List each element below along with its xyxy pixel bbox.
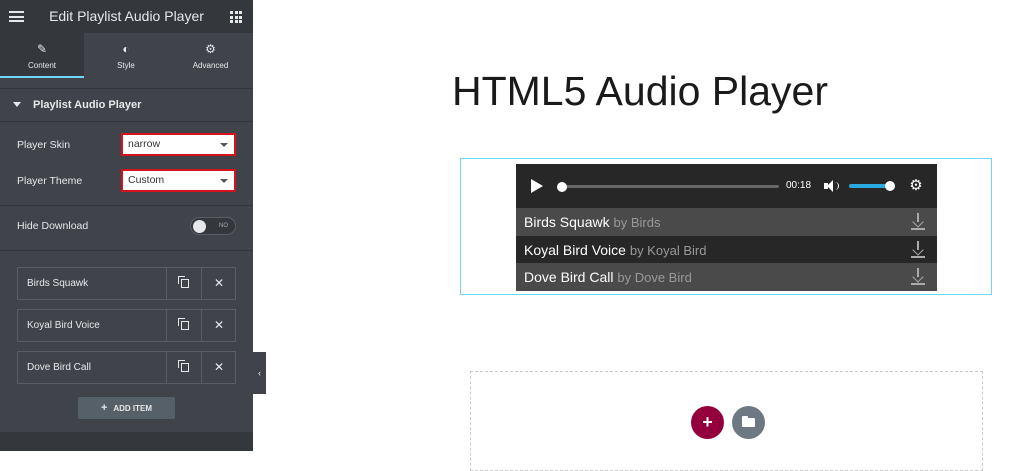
duplicate-button[interactable] — [166, 268, 202, 299]
repeater-item[interactable]: Birds Squawk ✕ — [17, 267, 236, 300]
chevron-left-icon: ‹ — [258, 368, 261, 378]
player-theme-select[interactable]: Custom — [121, 169, 236, 192]
player-skin-value: narrow — [128, 138, 161, 150]
settings-gear-icon[interactable]: ⚙ — [908, 178, 924, 194]
progress-thumb[interactable] — [557, 181, 567, 192]
player-skin-select[interactable]: narrow — [121, 133, 236, 156]
playlist-item[interactable]: Birds Squawk by Birds — [516, 208, 937, 236]
copy-icon — [178, 360, 189, 372]
player-controls: 00:18 ⚙ — [516, 164, 937, 208]
track-title: Koyal Bird Voice — [524, 242, 626, 258]
track-artist: by Dove Bird — [617, 270, 692, 285]
add-item-label: ADD ITEM — [113, 404, 153, 413]
chevron-down-icon — [220, 143, 228, 147]
remove-button[interactable]: ✕ — [201, 310, 236, 341]
widgets-grid-icon[interactable] — [230, 11, 242, 23]
play-icon[interactable] — [531, 179, 543, 193]
gear-icon: ⚙ — [205, 42, 216, 56]
tab-style[interactable]: ◐ Style — [84, 33, 168, 78]
panel-header: Edit Playlist Audio Player — [0, 0, 253, 33]
plus-icon: + — [100, 402, 108, 414]
caret-down-icon — [13, 102, 21, 107]
hide-download-toggle[interactable]: NO — [190, 217, 236, 235]
track-title: Dove Bird Call — [524, 269, 614, 285]
time-display: 00:18 — [786, 180, 812, 191]
section-header[interactable]: Playlist Audio Player — [0, 88, 253, 122]
close-icon: ✕ — [213, 360, 225, 374]
toggle-knob — [193, 219, 206, 233]
toggle-state-text: NO — [219, 223, 228, 229]
remove-button[interactable]: ✕ — [201, 352, 236, 383]
duplicate-button[interactable] — [166, 352, 202, 383]
plus-icon: + — [702, 412, 713, 432]
download-icon[interactable] — [910, 213, 926, 230]
panel-title: Edit Playlist Audio Player — [49, 8, 204, 24]
track-artist: by Koyal Bird — [629, 243, 707, 258]
player-skin-label: Player Skin — [17, 139, 71, 151]
add-item-button[interactable]: + ADD ITEM — [78, 397, 175, 419]
close-icon: ✕ — [213, 318, 225, 332]
panel-footer — [0, 432, 253, 451]
repeater-item-label: Dove Bird Call — [27, 362, 91, 373]
tab-content-label: Content — [27, 61, 57, 70]
tab-advanced[interactable]: ⚙ Advanced — [168, 33, 253, 78]
folder-icon — [742, 416, 755, 427]
track-title: Birds Squawk — [524, 214, 610, 230]
divider — [0, 205, 253, 206]
copy-icon — [178, 276, 189, 288]
remove-button[interactable]: ✕ — [201, 268, 236, 299]
collapse-panel-button[interactable]: ‹ — [253, 352, 266, 394]
download-icon[interactable] — [910, 241, 926, 258]
volume-icon[interactable] — [824, 180, 839, 192]
editor-panel: Edit Playlist Audio Player ✎ Content ◐ S… — [0, 0, 253, 451]
half-circle-icon: ◐ — [122, 42, 130, 56]
page-heading: HTML5 Audio Player — [452, 68, 829, 114]
pencil-icon: ✎ — [36, 42, 48, 56]
track-artist: by Birds — [613, 215, 661, 230]
player-theme-value: Custom — [128, 174, 165, 186]
section-title: Playlist Audio Player — [33, 99, 142, 111]
download-icon[interactable] — [910, 268, 926, 285]
panel-tabs: ✎ Content ◐ Style ⚙ Advanced — [0, 33, 253, 78]
copy-icon — [178, 318, 189, 330]
repeater-item-label: Birds Squawk — [27, 278, 89, 289]
hide-download-label: Hide Download — [17, 220, 89, 232]
player-theme-label: Player Theme — [17, 175, 83, 187]
repeater-item[interactable]: Koyal Bird Voice ✕ — [17, 309, 236, 342]
progress-bar[interactable] — [557, 181, 779, 192]
repeater-item[interactable]: Dove Bird Call ✕ — [17, 351, 236, 384]
repeater-item-label: Koyal Bird Voice — [27, 320, 100, 331]
tab-style-label: Style — [117, 61, 135, 70]
chevron-down-icon — [220, 179, 228, 183]
add-section-button[interactable]: + — [691, 406, 724, 439]
add-section-dropzone — [470, 371, 983, 471]
duplicate-button[interactable] — [166, 310, 202, 341]
close-icon: ✕ — [213, 276, 225, 290]
playlist-item[interactable]: Koyal Bird Voice by Koyal Bird — [516, 236, 937, 264]
divider — [0, 250, 253, 251]
add-template-button[interactable] — [732, 406, 765, 439]
playlist-item[interactable]: Dove Bird Call by Dove Bird — [516, 263, 937, 291]
audio-player: 00:18 ⚙ Birds Squawk by Birds Koyal Bird… — [516, 164, 937, 291]
tab-advanced-label: Advanced — [192, 61, 229, 70]
volume-thumb[interactable] — [885, 181, 895, 191]
tab-content[interactable]: ✎ Content — [0, 33, 84, 78]
